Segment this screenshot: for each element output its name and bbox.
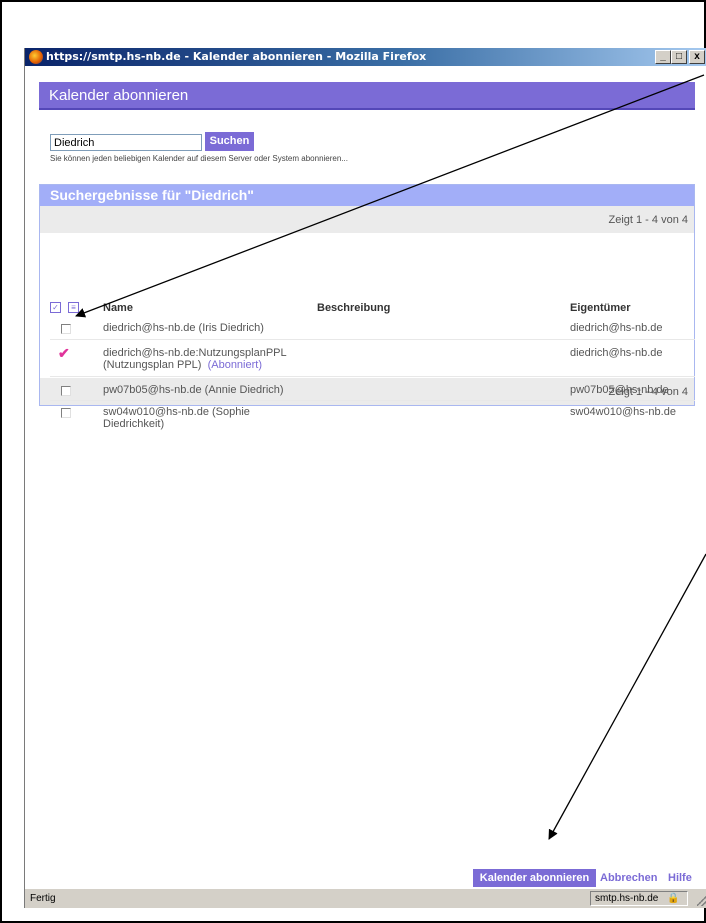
row-checkbox[interactable]: [61, 408, 71, 418]
search-hint: Sie können jeden beliebigen Kalender auf…: [50, 154, 348, 163]
row-name: diedrich@hs-nb.de:NutzungsplanPPL: [103, 347, 287, 359]
row-name: diedrich@hs-nb.de (Iris Diedrich): [103, 322, 264, 334]
column-header-description[interactable]: Beschreibung: [317, 302, 390, 314]
row-owner: diedrich@hs-nb.de: [570, 322, 663, 334]
page-content: Kalender abonnieren Suchen Sie können je…: [25, 66, 706, 888]
window-title: https://smtp.hs-nb.de - Kalender abonnie…: [46, 50, 427, 63]
status-domain: smtp.hs-nb.de 🔒: [590, 891, 688, 906]
row-divider: [50, 339, 695, 340]
window-titlebar[interactable]: https://smtp.hs-nb.de - Kalender abonnie…: [25, 48, 706, 66]
column-header-name[interactable]: Name: [103, 302, 133, 314]
maximize-button[interactable]: □: [671, 50, 687, 64]
subscribed-label: (Abonniert): [207, 359, 262, 371]
results-header: Suchergebnisse für "Diedrich": [40, 185, 694, 206]
help-link[interactable]: Hilfe: [668, 869, 692, 887]
padlock-icon[interactable]: 🔒: [667, 893, 679, 904]
subscribe-calendar-button[interactable]: Kalender abonnieren: [473, 869, 596, 887]
resize-grip-icon[interactable]: [697, 896, 706, 906]
select-none-icon[interactable]: ≡: [68, 302, 79, 313]
cancel-link[interactable]: Abbrechen: [600, 869, 657, 887]
row-owner: sw04w010@hs-nb.de: [570, 406, 676, 418]
select-all-icon[interactable]: ✓: [50, 302, 61, 313]
row-name-line2: Diedrichkeit): [103, 418, 165, 430]
row-name: sw04w010@hs-nb.de (Sophie: [103, 406, 250, 418]
page-header: Kalender abonnieren: [39, 82, 695, 110]
browser-popup-window: https://smtp.hs-nb.de - Kalender abonnie…: [24, 48, 706, 908]
minimize-button[interactable]: _: [655, 50, 671, 64]
subscribed-check-icon: ✔: [58, 345, 70, 361]
pager-top: Zeigt 1 - 4 von 4: [40, 206, 694, 233]
pager-top-label: Zeigt 1 - 4 von 4: [608, 214, 689, 226]
close-button[interactable]: x: [689, 50, 705, 64]
results-panel: Suchergebnisse für "Diedrich" Zeigt 1 - …: [39, 184, 695, 406]
row-name: pw07b05@hs-nb.de (Annie Diedrich): [103, 384, 284, 396]
row-checkbox[interactable]: [61, 324, 71, 334]
document-frame: https://smtp.hs-nb.de - Kalender abonnie…: [0, 0, 706, 923]
search-input[interactable]: [50, 134, 202, 151]
firefox-icon: [29, 50, 43, 64]
row-name-line2: (Nutzungsplan PPL) (Abonniert): [103, 359, 262, 371]
results-title: Suchergebnisse für "Diedrich": [50, 187, 254, 203]
row-divider: [50, 376, 695, 377]
status-bar: Fertig smtp.hs-nb.de 🔒: [25, 888, 706, 908]
search-button[interactable]: Suchen: [205, 132, 254, 151]
page-title: Kalender abonnieren: [49, 87, 189, 104]
column-header-owner[interactable]: Eigentümer: [570, 302, 631, 314]
row-owner: diedrich@hs-nb.de: [570, 347, 663, 359]
row-divider: [50, 400, 695, 401]
status-text: Fertig: [30, 893, 56, 904]
row-checkbox[interactable]: [61, 386, 71, 396]
row-owner: pw07b05@hs-nb.de: [570, 384, 669, 396]
